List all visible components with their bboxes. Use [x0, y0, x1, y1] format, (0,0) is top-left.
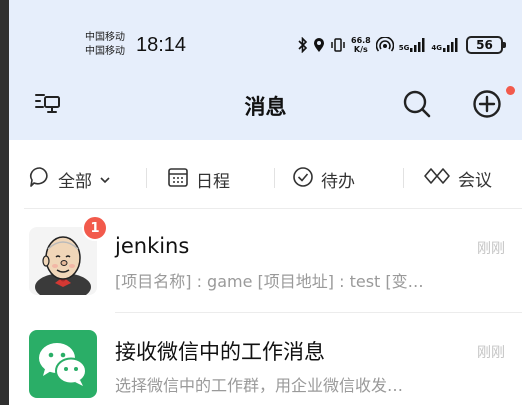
filter-schedule-label: 日程: [196, 172, 230, 192]
net-speed-value: 66.8: [351, 36, 371, 45]
filter-separator: [146, 168, 147, 188]
clock: 18:14: [136, 34, 187, 56]
signal-2: 4G: [431, 38, 459, 52]
signal-2-label: 4G: [431, 44, 442, 52]
filter-schedule[interactable]: 日程: [167, 166, 230, 193]
filter-bar: 全部 日程 待办 会议: [9, 156, 522, 200]
signal-bars-icon: [410, 38, 425, 52]
app-header: 消息: [9, 77, 522, 135]
avatar: [29, 330, 97, 398]
notification-dot: [506, 86, 515, 95]
filter-all[interactable]: 全部: [29, 166, 111, 193]
chevron-down-icon: [99, 170, 111, 190]
message-title: 接收微信中的工作消息: [115, 340, 325, 364]
filter-meeting-label: 会议: [458, 171, 492, 191]
status-icons: 66.8 K/s 5G 4G 56: [298, 34, 506, 56]
vibrate-icon: [330, 37, 346, 53]
filter-all-label: 全部: [58, 172, 92, 192]
filter-divider: [24, 208, 522, 209]
message-time: 刚刚: [477, 345, 505, 361]
check-circle-icon: [292, 166, 314, 193]
net-speed-unit: K/s: [353, 45, 368, 54]
page-title: 消息: [244, 95, 287, 119]
message-item-wechat[interactable]: 接收微信中的工作消息 选择微信中的工作群，用企业微信收发… 刚刚: [9, 316, 522, 405]
unread-badge: 1: [82, 215, 108, 241]
meeting-icon: [423, 166, 451, 191]
hotspot-icon: [375, 37, 394, 53]
message-item-jenkins[interactable]: 1 jenkins [项目名称] : game [项目地址] : test [变…: [9, 212, 522, 312]
bluetooth-icon: [298, 37, 308, 53]
phone-screen: 中国移动 中国移动 18:14 66.8 K/s 5G 4G 56 消息 全部 …: [9, 0, 522, 405]
calendar-icon: [167, 166, 189, 193]
message-time: 刚刚: [477, 241, 505, 257]
chat-bubble-icon: [29, 166, 51, 193]
location-icon: [313, 37, 325, 53]
filter-todo-label: 待办: [321, 172, 355, 192]
message-preview: 选择微信中的工作群，用企业微信收发…: [115, 376, 404, 395]
filter-todo[interactable]: 待办: [292, 166, 355, 193]
net-speed: 66.8 K/s: [351, 36, 371, 54]
battery-indicator: 56: [466, 36, 506, 54]
signal-1: 5G: [399, 38, 427, 52]
signal-1-label: 5G: [398, 44, 410, 52]
filter-separator: [274, 168, 275, 188]
carrier-1: 中国移动: [85, 32, 125, 43]
carriers: 中国移动 中国移动: [85, 31, 125, 59]
add-icon[interactable]: [472, 89, 502, 123]
row-divider: [115, 312, 522, 313]
message-preview: [项目名称] : game [项目地址] : test [变…: [115, 272, 424, 291]
signal-bars-icon: [443, 38, 458, 52]
search-icon[interactable]: [402, 89, 432, 123]
filter-separator: [403, 168, 404, 188]
wechat-logo-icon: [39, 343, 87, 386]
status-bar: 中国移动 中国移动 18:14 66.8 K/s 5G 4G 56: [9, 22, 522, 68]
filter-meeting[interactable]: 会议: [423, 166, 492, 191]
carrier-2: 中国移动: [85, 46, 125, 57]
message-title: jenkins: [115, 234, 190, 258]
